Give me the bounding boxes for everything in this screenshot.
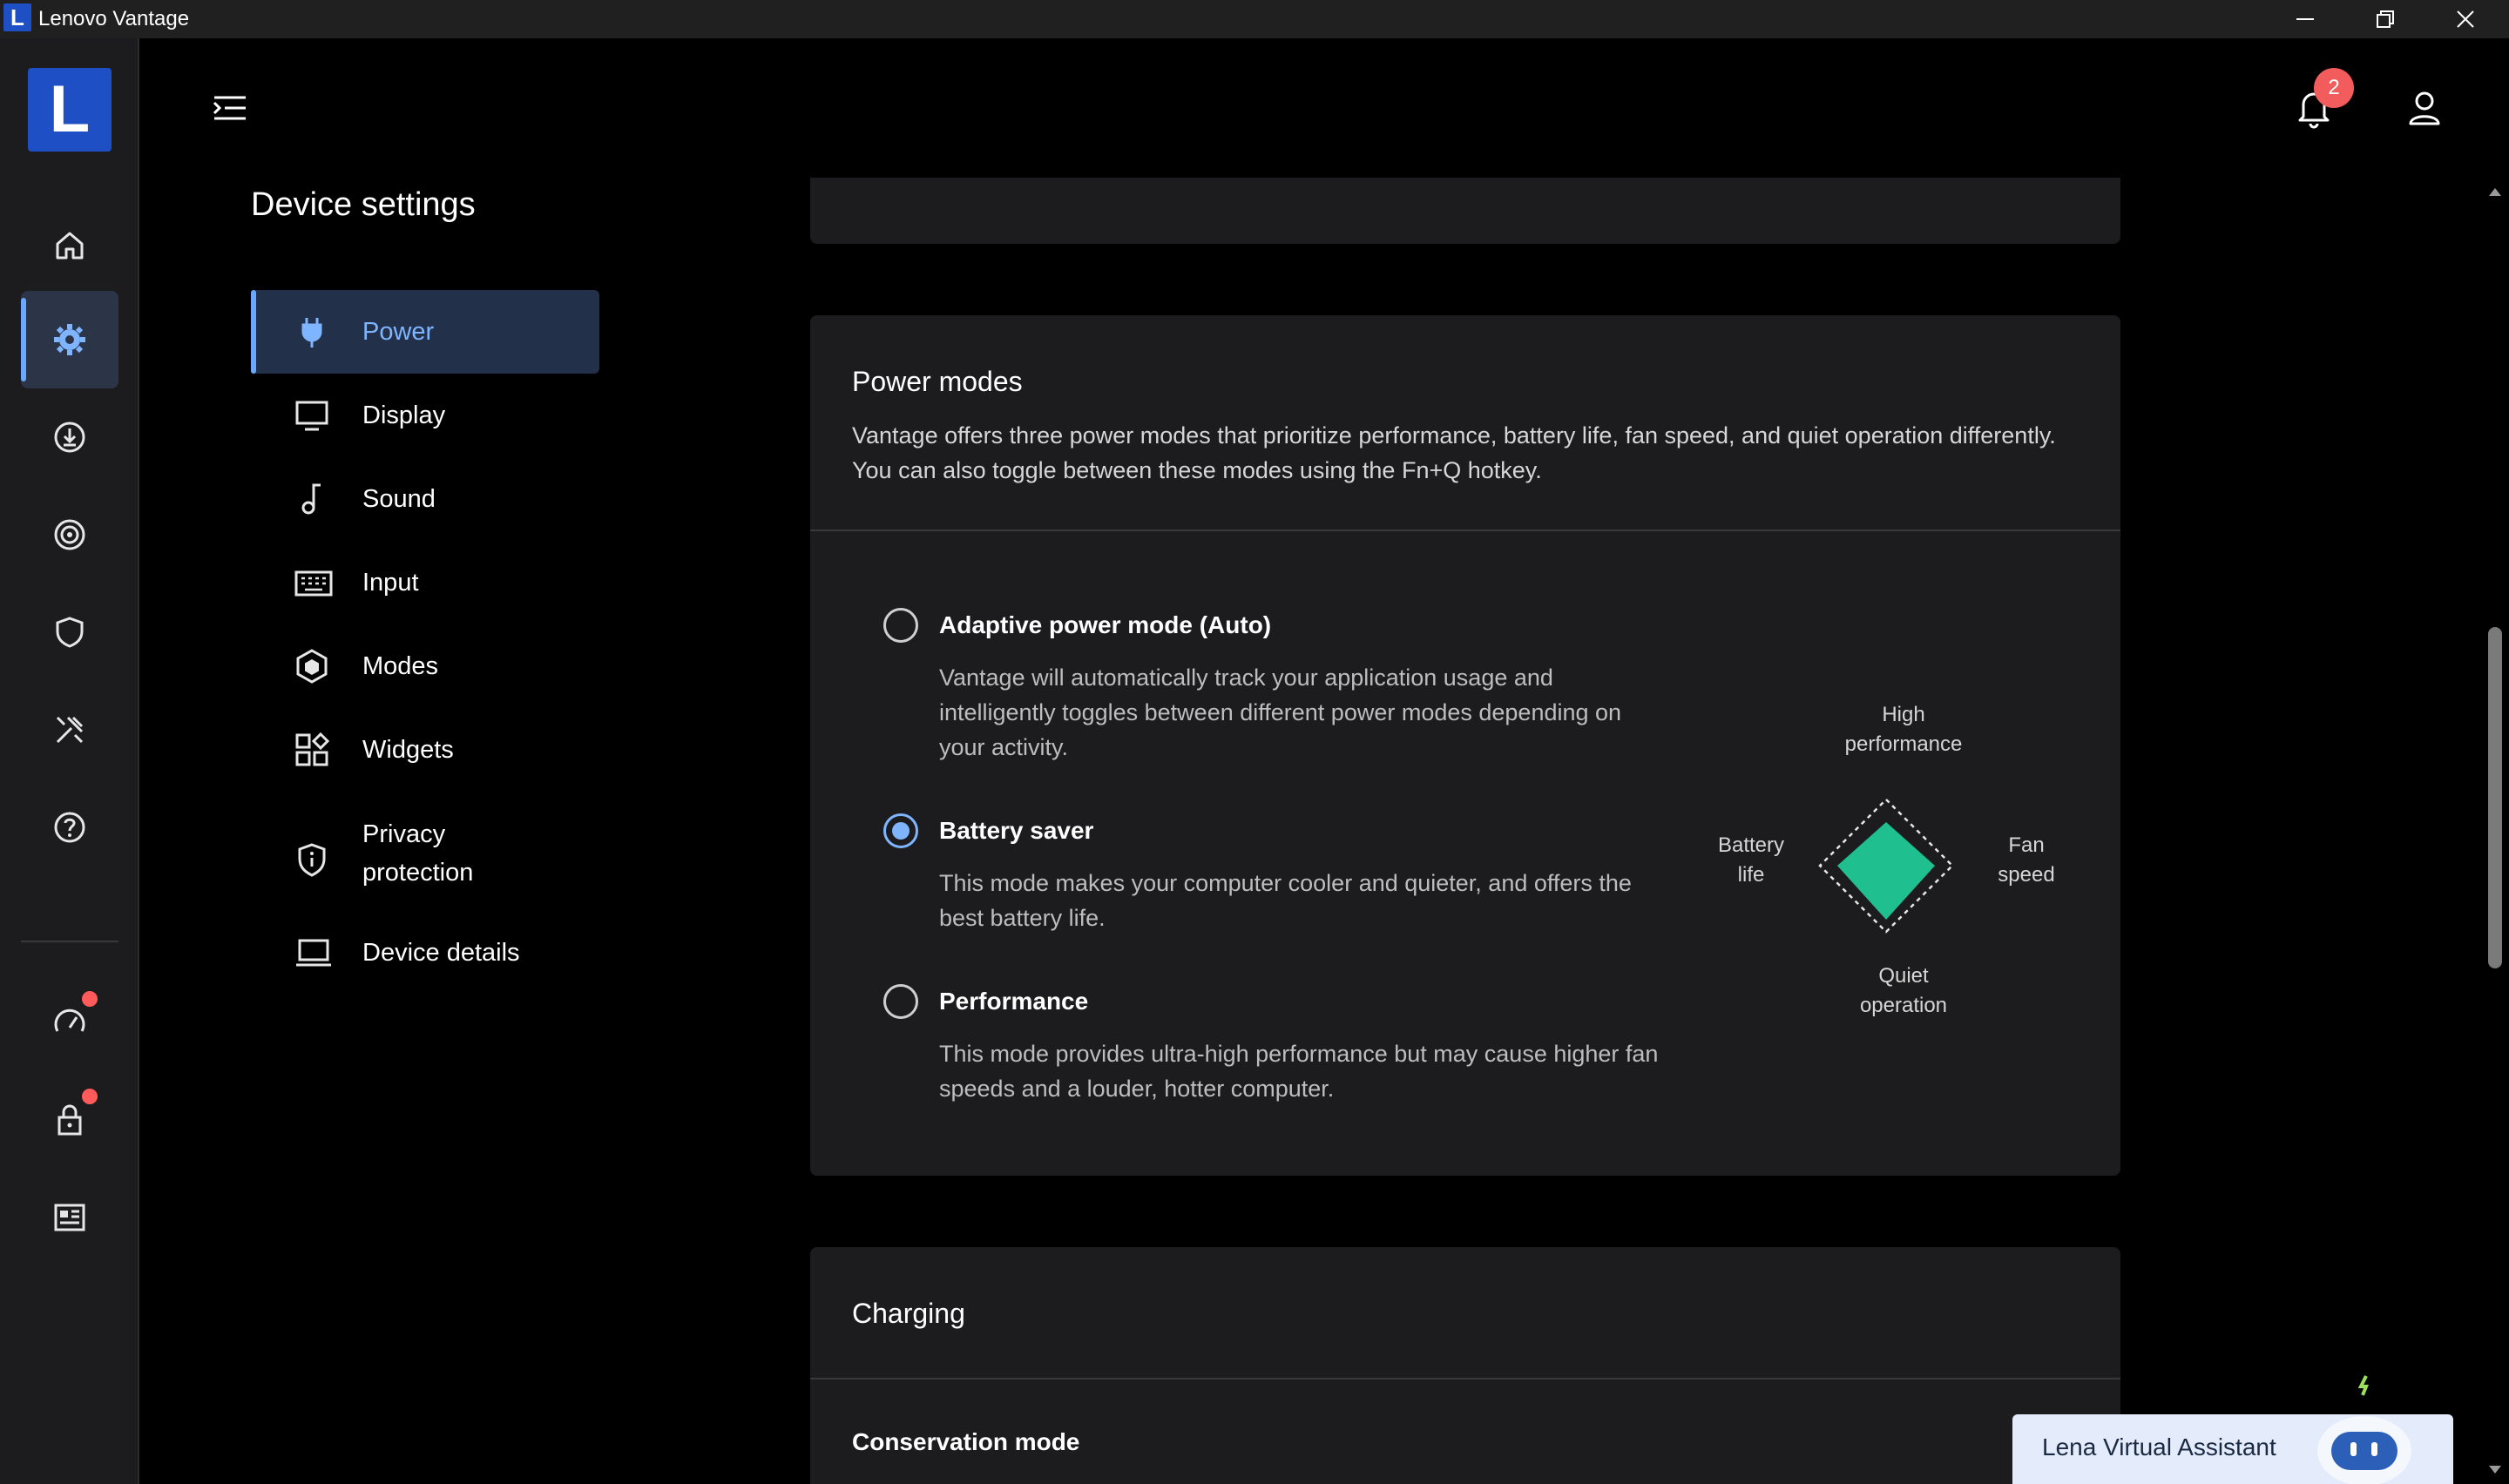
option-title[interactable]: Adaptive power mode (Auto) xyxy=(939,611,1271,639)
conservation-mode-title: Conservation mode xyxy=(852,1428,1080,1455)
divider xyxy=(810,1378,2120,1379)
close-icon xyxy=(2457,10,2474,28)
nav-label: Modes xyxy=(362,652,439,680)
nav-privacy-protection[interactable]: Privacy protection xyxy=(251,810,599,911)
notification-dot xyxy=(82,991,98,1007)
minimize-icon xyxy=(2296,18,2314,20)
power-modes-card: Power modes Vantage offers three power m… xyxy=(810,315,2120,1176)
notification-count-badge: 2 xyxy=(2314,68,2354,108)
rail-lock[interactable] xyxy=(21,1071,118,1169)
keyboard-icon xyxy=(294,570,333,597)
title-bar: L Lenovo Vantage xyxy=(0,0,2509,38)
option-description: Vantage will automatically track your ap… xyxy=(939,664,1622,760)
lock-icon xyxy=(57,1104,82,1136)
nav-label: Device details xyxy=(362,939,520,967)
left-rail: L xyxy=(0,38,139,1484)
assistant-label: Lena Virtual Assistant xyxy=(2042,1433,2276,1460)
rail-home[interactable] xyxy=(21,197,118,294)
power-modes-title: Power modes xyxy=(852,366,1023,397)
gear-icon xyxy=(54,324,85,355)
laptop-icon xyxy=(296,939,331,967)
nav-modes[interactable]: Modes xyxy=(251,624,599,708)
rail-news[interactable] xyxy=(21,1169,118,1266)
previous-card xyxy=(810,178,2120,244)
nav-display[interactable]: Display xyxy=(251,374,599,457)
radio-adaptive[interactable] xyxy=(883,608,918,643)
rail-device-settings[interactable] xyxy=(21,291,118,388)
page-title: Device settings xyxy=(251,186,476,223)
charging-title: Charging xyxy=(852,1298,965,1329)
radio-performance[interactable] xyxy=(883,984,918,1019)
nav-sound[interactable]: Sound xyxy=(251,457,599,541)
option-title[interactable]: Performance xyxy=(939,988,1088,1015)
scrollbar-thumb[interactable] xyxy=(2488,627,2502,968)
diagram-label-left: Battery life xyxy=(1717,833,1785,887)
option-description: This mode makes your computer cooler and… xyxy=(939,870,1632,931)
nav-input[interactable]: Input xyxy=(251,541,599,624)
diagram-label-bottom: Quiet operation xyxy=(1859,964,1948,1017)
rail-security[interactable] xyxy=(21,583,118,681)
nav-label: Display xyxy=(362,401,446,429)
rail-updates[interactable] xyxy=(21,388,118,486)
nav-label: Power xyxy=(362,318,435,346)
robot-icon xyxy=(2317,1375,2411,1484)
restore-icon xyxy=(2377,10,2394,28)
option-title[interactable]: Battery saver xyxy=(939,817,1093,845)
radio-battery-saver[interactable] xyxy=(883,813,918,848)
menu-toggle-button[interactable] xyxy=(206,87,254,129)
divider xyxy=(810,530,2120,531)
nav-power[interactable]: Power xyxy=(251,290,599,374)
download-icon xyxy=(54,422,85,453)
option-description: This mode provides ultra-high performanc… xyxy=(939,1041,1659,1102)
nav-label: Privacy protection xyxy=(362,820,474,887)
power-modes-description: Vantage offers three power modes that pr… xyxy=(852,422,2056,483)
hexagon-icon xyxy=(296,649,328,684)
target-icon xyxy=(54,519,85,550)
diagram-label-right: Fan speed xyxy=(1998,833,2055,887)
scroll-down-icon[interactable] xyxy=(2486,1461,2504,1479)
tools-icon xyxy=(56,716,84,744)
virtual-assistant-button[interactable]: Lena Virtual Assistant xyxy=(2012,1375,2453,1484)
shield-icon xyxy=(56,617,84,648)
privacy-shield-icon xyxy=(298,843,326,877)
diagram-label-top: High performance xyxy=(1844,703,1963,756)
close-button[interactable] xyxy=(2425,0,2506,38)
rail-help[interactable] xyxy=(21,779,118,876)
rail-tools[interactable] xyxy=(21,681,118,779)
notification-dot xyxy=(82,1089,98,1104)
scroll-up-icon[interactable] xyxy=(2486,183,2504,200)
rail-separator xyxy=(21,941,118,942)
home-icon xyxy=(56,232,84,260)
plug-icon xyxy=(301,318,322,347)
nav-label: Sound xyxy=(362,485,436,513)
minimize-button[interactable] xyxy=(2265,0,2345,38)
power-mode-diamond xyxy=(1818,798,1954,934)
speedometer-icon xyxy=(54,1008,85,1032)
menu-collapse-icon xyxy=(213,96,246,120)
widgets-icon xyxy=(295,732,329,766)
nav-widgets[interactable]: Widgets xyxy=(251,708,599,792)
user-icon xyxy=(2409,91,2440,125)
nav-label: Widgets xyxy=(362,736,454,764)
app-logo-badge: L xyxy=(3,3,31,31)
news-icon xyxy=(54,1204,85,1231)
rail-speed[interactable] xyxy=(21,974,118,1071)
charging-card: Charging Conservation mode xyxy=(810,1247,2120,1484)
help-icon xyxy=(54,812,85,843)
window-title: Lenovo Vantage xyxy=(38,7,190,30)
monitor-icon xyxy=(295,401,328,431)
music-note-icon xyxy=(301,483,321,515)
restore-button[interactable] xyxy=(2345,0,2425,38)
account-button[interactable] xyxy=(2401,85,2448,132)
rail-gaming[interactable] xyxy=(21,486,118,583)
lenovo-logo[interactable]: L xyxy=(28,68,112,152)
nav-device-details[interactable]: Device details xyxy=(251,911,599,995)
nav-label: Input xyxy=(362,569,419,597)
